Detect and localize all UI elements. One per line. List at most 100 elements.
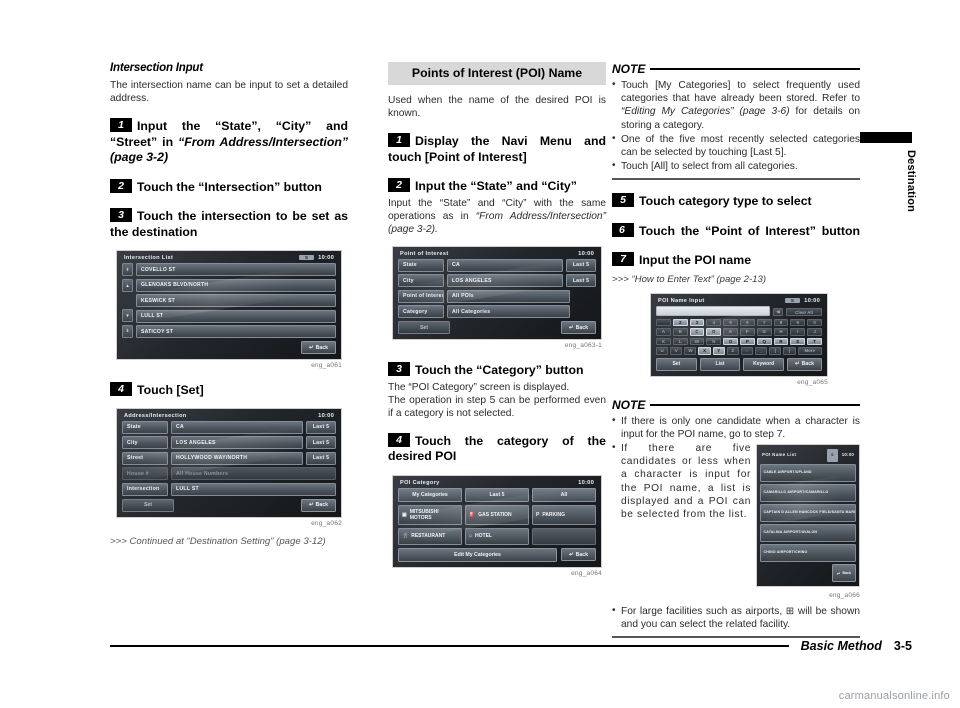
last5-button[interactable]: Last 5 bbox=[566, 258, 596, 272]
key[interactable] bbox=[656, 318, 671, 327]
list-item[interactable]: CATALINA AIRPORT/AVALON bbox=[760, 523, 856, 542]
key[interactable]: L bbox=[672, 337, 688, 346]
category-button-gas-station[interactable]: ⛽ GAS STATION bbox=[464, 504, 529, 525]
key[interactable]: S bbox=[790, 337, 806, 346]
back-button[interactable]: ↵ Back bbox=[560, 321, 596, 334]
key[interactable]: ( bbox=[769, 347, 782, 355]
category-button-hotel[interactable]: ⌂ HOTEL bbox=[464, 527, 529, 545]
key[interactable]: 5 bbox=[723, 318, 738, 327]
scroll-controls[interactable]: ⇞ ▲ ▼ ⇟ bbox=[122, 263, 133, 339]
note-item: For large facilities such as airports, ⊞… bbox=[612, 604, 860, 631]
last5-button[interactable]: Last 5 bbox=[306, 436, 336, 449]
back-button[interactable]: ↵ Back bbox=[300, 341, 336, 354]
list-item[interactable]: LULL ST bbox=[136, 309, 336, 323]
row-value: All House Numbers bbox=[171, 467, 336, 480]
key[interactable]: 7 bbox=[756, 318, 772, 327]
row-value[interactable]: LOS ANGELES bbox=[447, 274, 563, 287]
category-button-restaurant[interactable]: 🍴 RESTAURANT bbox=[398, 527, 462, 545]
row-value[interactable]: CA bbox=[171, 420, 303, 434]
key[interactable]: A bbox=[656, 328, 671, 336]
key[interactable]: V bbox=[670, 347, 683, 355]
key[interactable]: D bbox=[706, 328, 722, 336]
key[interactable]: J bbox=[807, 328, 822, 336]
set-button[interactable]: Set bbox=[398, 321, 450, 334]
back-button[interactable]: ↵ Back bbox=[786, 357, 822, 371]
key[interactable]: Y bbox=[712, 347, 725, 355]
key[interactable]: 2 bbox=[672, 318, 688, 327]
last5-button[interactable]: Last 5 bbox=[566, 274, 596, 287]
backspace-icon[interactable]: ◀ bbox=[773, 308, 783, 316]
more-button[interactable]: More bbox=[797, 347, 822, 355]
key[interactable]: T bbox=[807, 337, 822, 346]
list-item[interactable]: CABLE AIRPORT/UPLAND bbox=[760, 463, 856, 483]
tab-last-5[interactable]: Last 5 bbox=[465, 487, 529, 502]
last5-button[interactable]: Last 5 bbox=[306, 451, 336, 465]
key[interactable]: I bbox=[790, 328, 806, 336]
step-number-4: 4 bbox=[110, 382, 132, 396]
keyword-button[interactable]: Keyword bbox=[743, 357, 784, 371]
edit-my-categories-button[interactable]: Edit My Categories bbox=[398, 547, 557, 562]
row-value[interactable]: All POIs bbox=[447, 289, 570, 303]
key[interactable]: - bbox=[740, 347, 754, 355]
key[interactable]: C bbox=[689, 328, 705, 336]
key[interactable]: _ bbox=[755, 347, 768, 355]
key[interactable]: P bbox=[739, 337, 755, 346]
key[interactable]: ) bbox=[783, 347, 796, 355]
form-row-category: Category All Categories bbox=[398, 305, 596, 318]
key[interactable]: N bbox=[706, 337, 722, 346]
row-value[interactable]: CA bbox=[447, 258, 563, 272]
key[interactable]: 4 bbox=[706, 318, 722, 327]
row-value[interactable]: LOS ANGELES bbox=[171, 436, 303, 449]
set-button[interactable]: Set bbox=[656, 357, 697, 371]
key[interactable]: F bbox=[739, 328, 755, 336]
back-button[interactable]: ↵ Back bbox=[832, 563, 856, 583]
figure-caption: eng_a062 bbox=[311, 519, 342, 527]
row-value[interactable]: All Categories bbox=[447, 305, 570, 318]
clear-all-button[interactable]: Clear All bbox=[786, 308, 822, 316]
key[interactable]: B bbox=[672, 328, 688, 336]
key[interactable]: K bbox=[656, 337, 671, 346]
form-row-house-number: House # All House Numbers bbox=[122, 467, 336, 480]
key[interactable]: G bbox=[756, 328, 772, 336]
key[interactable]: 3 bbox=[689, 318, 705, 327]
note-item-ref: “Editing My Categories” (page 3-6) bbox=[621, 106, 790, 118]
tab-my-categories[interactable]: My Categories bbox=[398, 487, 462, 502]
key[interactable]: 0 bbox=[807, 318, 822, 327]
row-value[interactable]: HOLLYWOOD WAY/NORTH bbox=[171, 451, 303, 465]
scroll-top-icon[interactable]: ⇞ bbox=[122, 263, 133, 277]
poi-step-3: 3 Touch the “Category” button bbox=[388, 362, 606, 379]
list-item[interactable]: KESWICK ST bbox=[136, 294, 336, 307]
category-button-mitsubishi-motors[interactable]: ▣ MITSUBISHI MOTORS bbox=[398, 504, 462, 525]
key[interactable]: R bbox=[773, 337, 789, 346]
key[interactable]: Q bbox=[756, 337, 772, 346]
key[interactable]: M bbox=[689, 337, 705, 346]
key[interactable]: H bbox=[773, 328, 789, 336]
set-button[interactable]: Set bbox=[122, 498, 174, 512]
scroll-down-icon[interactable]: ▼ bbox=[122, 308, 133, 323]
key[interactable]: E bbox=[723, 328, 738, 336]
row-value[interactable]: LULL ST bbox=[171, 482, 336, 496]
key[interactable]: 8 bbox=[773, 318, 789, 327]
back-button[interactable]: ↵ Back bbox=[300, 498, 336, 512]
last5-button[interactable]: Last 5 bbox=[306, 420, 336, 434]
key[interactable]: U bbox=[656, 347, 669, 355]
list-item[interactable]: SATICOY ST bbox=[136, 325, 336, 338]
key[interactable]: 9 bbox=[790, 318, 806, 327]
scroll-bottom-icon[interactable]: ⇟ bbox=[122, 324, 133, 339]
list-item[interactable]: CAMARILLO AIRPORT/CAMARILLO bbox=[760, 483, 856, 502]
list-item[interactable]: CHINO AIRPORT/CHINO bbox=[760, 543, 856, 562]
back-button[interactable]: ↵ Back bbox=[560, 548, 596, 561]
key[interactable]: X bbox=[698, 347, 711, 355]
category-button-parking[interactable]: P PARKING bbox=[531, 504, 596, 525]
poi-name-text-field[interactable] bbox=[656, 305, 770, 316]
list-button[interactable]: List bbox=[699, 357, 741, 371]
tab-all[interactable]: All bbox=[532, 487, 596, 502]
list-item[interactable]: COVELLO ST bbox=[136, 263, 336, 276]
list-item[interactable]: CAPTAIN D ALLEN HANCOCK FIELD/SANTA MARI… bbox=[760, 503, 856, 522]
key[interactable]: W bbox=[684, 347, 697, 355]
key[interactable]: O bbox=[723, 337, 738, 346]
scroll-up-icon[interactable]: ▲ bbox=[122, 278, 133, 293]
key[interactable]: 6 bbox=[739, 318, 755, 327]
list-item[interactable]: GLENOAKS BLVD/NORTH bbox=[136, 278, 336, 292]
key[interactable]: Z bbox=[726, 347, 739, 355]
